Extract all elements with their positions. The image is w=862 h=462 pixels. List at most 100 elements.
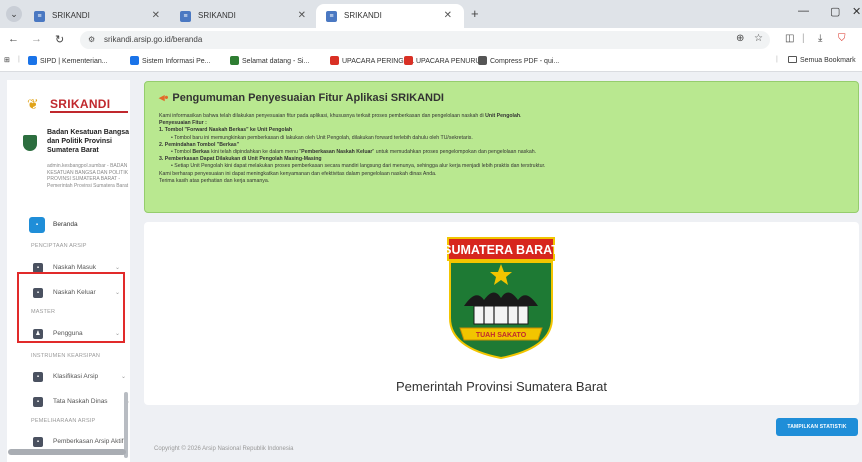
- separator: |: [776, 56, 778, 63]
- forward-icon[interactable]: →: [31, 33, 42, 45]
- sidebar-item-label: Naskah Masuk: [53, 264, 96, 271]
- bookmark-1[interactable]: SIPD | Kementerian...: [28, 56, 108, 65]
- separator: |: [18, 56, 20, 63]
- bookmark-label: Selamat datang - Si...: [242, 58, 310, 65]
- closing-line-2: Terima kasih atas perhatian dan kerja sa…: [159, 177, 270, 184]
- url-bar[interactable]: ⚙ srikandi.arsip.go.id/beranda: [80, 31, 770, 49]
- announcement-title: ◂• Pengumuman Penyesuaian Fitur Aplikasi …: [159, 91, 444, 104]
- item2-bold: Berkas: [192, 149, 210, 156]
- apps-icon[interactable]: ⊞: [4, 56, 10, 64]
- srikandi-favicon-icon: ≡: [180, 11, 191, 22]
- item1-detail: • Tombol baru ini memungkinkan pemberkas…: [171, 134, 473, 141]
- new-tab-icon[interactable]: +: [471, 6, 479, 21]
- item2-text: kini telah dipindahkan ke dalam menu ": [209, 149, 302, 156]
- sidebar-item-beranda[interactable]: ▪ Beranda: [29, 217, 78, 233]
- emblem-ribbon-text: TUAH SAKATO: [476, 332, 527, 339]
- back-icon[interactable]: ←: [8, 33, 19, 45]
- bookmark-label: UPACARA PENURU...: [416, 58, 487, 65]
- bookmark-6[interactable]: Compress PDF - qui...: [478, 56, 559, 65]
- logo-underline: [50, 111, 128, 113]
- bookmark-favicon-icon: [230, 56, 239, 65]
- tab-title: SRIKANDI: [344, 11, 382, 20]
- sidebar-scrollbar[interactable]: [124, 392, 128, 458]
- province-card: SUMATERA BARAT TUAH SAKATO Pemerintah Pr…: [144, 222, 859, 405]
- zoom-icon[interactable]: ⊕: [736, 33, 744, 44]
- close-window-icon[interactable]: ✕: [852, 5, 861, 18]
- youtube-icon: [404, 56, 413, 65]
- announcement-title-text: Pengumuman Penyesuaian Fitur Aplikasi SR…: [172, 92, 444, 104]
- announcement-intro: Kami informasikan bahwa telah dilakukan …: [159, 113, 522, 119]
- sidebar-item-label: Tata Naskah Dinas: [53, 398, 108, 405]
- bookmark-3[interactable]: Selamat datang - Si...: [230, 56, 309, 65]
- bookmark-label: Sistem Informasi Pe...: [142, 58, 211, 65]
- announcement-body: Kami informasikan bahwa telah dilakukan …: [159, 113, 854, 185]
- download-icon[interactable]: ⤓: [818, 33, 822, 44]
- item2-text: " untuk memudahkan proses pengelompokan …: [372, 149, 537, 156]
- item2-detail: • Tombol Berkas kini telah dipindahkan k…: [159, 149, 854, 156]
- org-name: Badan Kesatuan Bangsa dan Politik Provin…: [47, 129, 130, 154]
- intro-text: Kami informasikan bahwa telah dilakukan …: [159, 113, 486, 119]
- bookmark-label: SIPD | Kementerian...: [40, 58, 108, 65]
- separator: |: [802, 33, 805, 44]
- bookmark-4[interactable]: UPACARA PERINGA...: [330, 56, 414, 65]
- intro-bold: Unit Pengolah: [485, 113, 521, 119]
- sidebar-item-tata-naskah-dinas[interactable]: ▪ Tata Naskah Dinas ⌄: [29, 394, 130, 410]
- tab-title: SRIKANDI: [198, 11, 236, 20]
- srikandi-logo: ❦ SRIKANDI: [27, 92, 130, 114]
- srikandi-favicon-icon: ≡: [34, 11, 45, 22]
- browser-tab-3-active[interactable]: ≡ SRIKANDI ✕: [316, 4, 464, 28]
- item2-bold: Pemberkasan Naskah Keluar: [301, 149, 373, 156]
- all-bookmarks-label: Semua Bookmark: [800, 57, 856, 64]
- folder-icon: ▪: [33, 437, 43, 447]
- chevron-down-icon: ⌄: [121, 374, 127, 380]
- profile-icon[interactable]: ⛉: [838, 33, 846, 44]
- bookmark-favicon-icon: [130, 56, 139, 65]
- folder-icon: [788, 56, 797, 63]
- tab-close-icon[interactable]: ✕: [152, 10, 160, 21]
- org-detail: admin.kesbangpol.sumbar - BADAN KESATUAN…: [47, 163, 129, 189]
- highlight-box: [17, 272, 125, 343]
- restore-icon[interactable]: ▢: [830, 5, 840, 18]
- browser-tab-1[interactable]: ≡ SRIKANDI ✕: [24, 4, 172, 28]
- tab-close-icon[interactable]: ✕: [444, 10, 452, 21]
- item1-title: 1. Tombol "Forward Naskah Berkas" ke Uni…: [159, 127, 293, 134]
- bookmark-favicon-icon: [478, 56, 487, 65]
- bookmarks-bar: ⊞ | SIPD | Kementerian... Sistem Informa…: [0, 52, 862, 72]
- megaphone-icon: ◂•: [159, 92, 169, 104]
- url-text: srikandi.arsip.go.id/beranda: [104, 35, 203, 44]
- copyright-text: Copyright © 2026 Arsip Nasional Republik…: [154, 446, 294, 452]
- tab-search-icon[interactable]: ⌄: [6, 6, 22, 22]
- sidebar-item-pemberkasan-arsip-aktif[interactable]: ▪ Pemberkasan Arsip Aktif: [29, 434, 123, 450]
- sidebar-horizontal-scrollbar[interactable]: [8, 449, 126, 455]
- sidebar-item-label: Klasifikasi Arsip: [53, 373, 99, 380]
- youtube-icon: [330, 56, 339, 65]
- all-bookmarks[interactable]: Semua Bookmark: [788, 56, 856, 64]
- site-info-icon[interactable]: ⚙: [88, 35, 95, 44]
- extensions-icon[interactable]: ◫: [785, 33, 794, 44]
- browser-tab-2[interactable]: ≡ SRIKANDI ✕: [170, 4, 318, 28]
- penyesuaian-label: Penyesuaian Fitur :: [159, 120, 207, 127]
- bookmark-5[interactable]: UPACARA PENURU...: [404, 56, 486, 65]
- garuda-wing-icon: ❦: [27, 96, 39, 112]
- show-statistics-button[interactable]: TAMPILKAN STATISTIK: [776, 418, 858, 436]
- org-emblem-icon: [23, 135, 37, 151]
- province-name: Pemerintah Provinsi Sumatera Barat: [396, 379, 607, 394]
- sidebar-section-label: INSTRUMEN KEARSIPAN: [31, 353, 101, 359]
- reload-icon[interactable]: ↻: [55, 33, 64, 46]
- tab-close-icon[interactable]: ✕: [298, 10, 306, 21]
- rumah-gadang-body: [473, 305, 529, 325]
- address-bar-row: ← → ↻ ⚙ srikandi.arsip.go.id/beranda: [0, 28, 862, 52]
- bookmark-2[interactable]: Sistem Informasi Pe...: [130, 56, 210, 65]
- bookmark-label: Compress PDF - qui...: [490, 58, 560, 65]
- item3-detail: • Setiap Unit Pengolah kini dapat melaku…: [171, 163, 546, 170]
- archive-icon: ▪: [33, 372, 43, 382]
- sidebar-item-label: Pemberkasan Arsip Aktif: [53, 438, 124, 445]
- home-icon: ▪: [29, 217, 45, 233]
- item3-title: 3. Pemberkasan Dapat Dilakukan di Unit P…: [159, 156, 322, 163]
- item2-title: 2. Pemindahan Tombol "Berkas": [159, 141, 240, 148]
- emblem-banner-text: SUMATERA BARAT: [446, 243, 556, 257]
- bookmark-star-icon[interactable]: ☆: [754, 33, 763, 44]
- minimize-icon[interactable]: —: [798, 5, 809, 17]
- sidebar-item-klasifikasi-arsip[interactable]: ▪ Klasifikasi Arsip ⌄: [29, 369, 126, 385]
- closing-line-1: Kami berharap penyesuaian ini dapat meni…: [159, 170, 437, 177]
